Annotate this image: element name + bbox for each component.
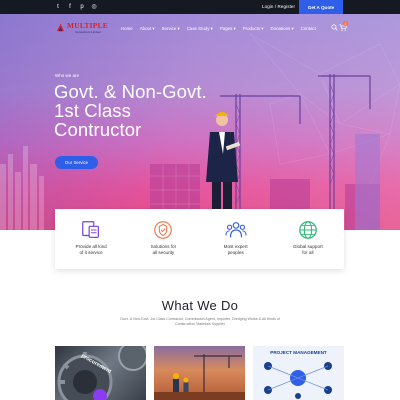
nav-donations[interactable]: Donations ▾ — [270, 26, 293, 32]
service-thumbnail-project-management[interactable]: PROJECT MANAGEMENT — [253, 346, 344, 400]
feature-text: Most expert peoples — [223, 244, 248, 255]
feature-text: Global support for all — [292, 244, 323, 255]
get-quote-button[interactable]: Get A Quote — [299, 0, 343, 14]
nav-home[interactable]: Home — [121, 26, 133, 32]
project-management-diagram — [264, 362, 332, 399]
logo-title: MULTIPLE — [67, 21, 108, 30]
headline-line-1: Govt. & Non-Govt. — [54, 81, 207, 102]
headline-line-2: 1st Class — [54, 100, 131, 121]
top-bar: t f p ◎ Login / Register Get A Quote — [0, 0, 400, 14]
site-logo[interactable]: MULTIPLE Consortium Limited — [56, 22, 108, 34]
security-icon — [154, 221, 173, 239]
nav-about[interactable]: About ▾ — [140, 26, 155, 32]
feature-cards: Provide all kind of it service Solutions… — [55, 209, 344, 269]
nav-products[interactable]: Products ▾ — [243, 26, 264, 32]
facebook-icon[interactable]: f — [67, 3, 73, 11]
feature-text: Solutions for all security — [150, 244, 177, 255]
globe-icon — [299, 221, 317, 239]
hero-kicker: Who we are — [55, 73, 80, 78]
social-links: t f p ◎ — [55, 3, 97, 11]
hero-section: MULTIPLE Consortium Limited Home About ▾… — [0, 14, 400, 230]
logo-subtitle: Consortium Limited — [75, 30, 101, 34]
search-icon[interactable] — [331, 24, 338, 31]
login-register-link[interactable]: Login / Register — [262, 4, 295, 9]
our-service-button[interactable]: Our Service — [55, 156, 98, 169]
nav-service[interactable]: Service ▾ — [162, 26, 180, 32]
twitter-icon[interactable]: t — [55, 3, 61, 11]
feature-card-global-support[interactable]: Global support for all — [272, 209, 344, 269]
what-we-do-description: Govt. & Non-Govt. 1st Class Contractor, … — [120, 317, 280, 326]
feature-card-experts[interactable]: Most expert peoples — [200, 209, 272, 269]
nav-case-study[interactable]: Case Study ▾ — [187, 26, 213, 32]
feature-card-security[interactable]: Solutions for all security — [127, 209, 199, 269]
cart-count-badge: 0 — [343, 21, 348, 26]
service-thumbnail-construction[interactable] — [154, 346, 245, 400]
feature-card-it-service[interactable]: Provide all kind of it service — [55, 209, 127, 269]
main-nav: Home About ▾ Service ▾ Case Study ▾ Page… — [121, 26, 316, 32]
pinterest-icon[interactable]: p — [79, 3, 85, 11]
headline-line-3: Contructor — [54, 119, 142, 140]
magnifier-icon[interactable] — [93, 389, 107, 400]
nav-contact[interactable]: Contact — [301, 26, 316, 32]
construction-site-image — [154, 354, 245, 400]
what-we-do-title: What We Do — [161, 298, 239, 313]
nav-pages[interactable]: Pages ▾ — [220, 26, 236, 32]
instagram-icon[interactable]: ◎ — [91, 3, 97, 11]
logo-mark-icon — [56, 23, 65, 32]
hero-headline: Govt. & Non-Govt. 1st Class Contructor — [54, 82, 254, 139]
team-icon — [225, 222, 247, 238]
feature-text: Provide all kind of it service — [75, 244, 107, 255]
devices-icon — [82, 221, 100, 238]
